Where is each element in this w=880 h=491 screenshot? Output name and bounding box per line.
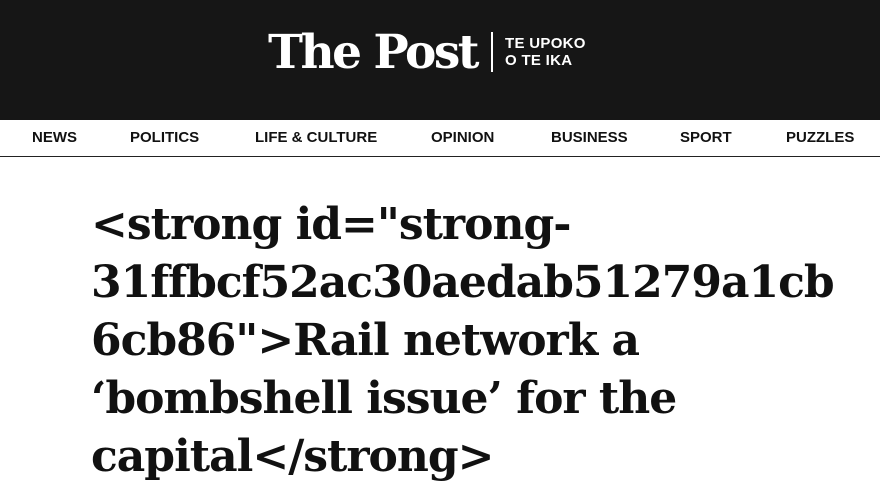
nav-item-sport[interactable]: SPORT: [680, 120, 732, 156]
masthead: The Post TE UPOKO O TE IKA: [0, 0, 880, 120]
logo-divider: [491, 32, 494, 72]
headline-line: 31ffbcf52ac30aedab51279a1cb: [91, 257, 835, 308]
headline-line: 6cb86">Rail network a: [91, 315, 640, 366]
nav-item-life-culture[interactable]: LIFE & CULTURE: [255, 120, 377, 156]
site-logo: The Post: [268, 24, 480, 80]
headline-line: <strong id="strong-: [91, 199, 571, 250]
logo-tagline: TE UPOKO O TE IKA: [505, 35, 586, 69]
tagline-line-2: O TE IKA: [505, 52, 573, 69]
section-nav: NEWS POLITICS LIFE & CULTURE OPINION BUS…: [0, 120, 880, 157]
headline-line: capital</strong>: [91, 431, 495, 482]
site-logo-link[interactable]: The Post TE UPOKO O TE IKA: [268, 22, 586, 82]
article-headline: <strong id="strong- 31ffbcf52ac30aedab51…: [91, 196, 851, 486]
headline-line: ‘bombshell issue’ for the: [91, 373, 677, 424]
tagline-line-1: TE UPOKO: [505, 35, 586, 52]
nav-item-politics[interactable]: POLITICS: [130, 120, 199, 156]
nav-item-news[interactable]: NEWS: [32, 120, 77, 156]
nav-item-opinion[interactable]: OPINION: [431, 120, 494, 156]
nav-item-business[interactable]: BUSINESS: [551, 120, 628, 156]
nav-item-puzzles[interactable]: PUZZLES: [786, 120, 854, 156]
